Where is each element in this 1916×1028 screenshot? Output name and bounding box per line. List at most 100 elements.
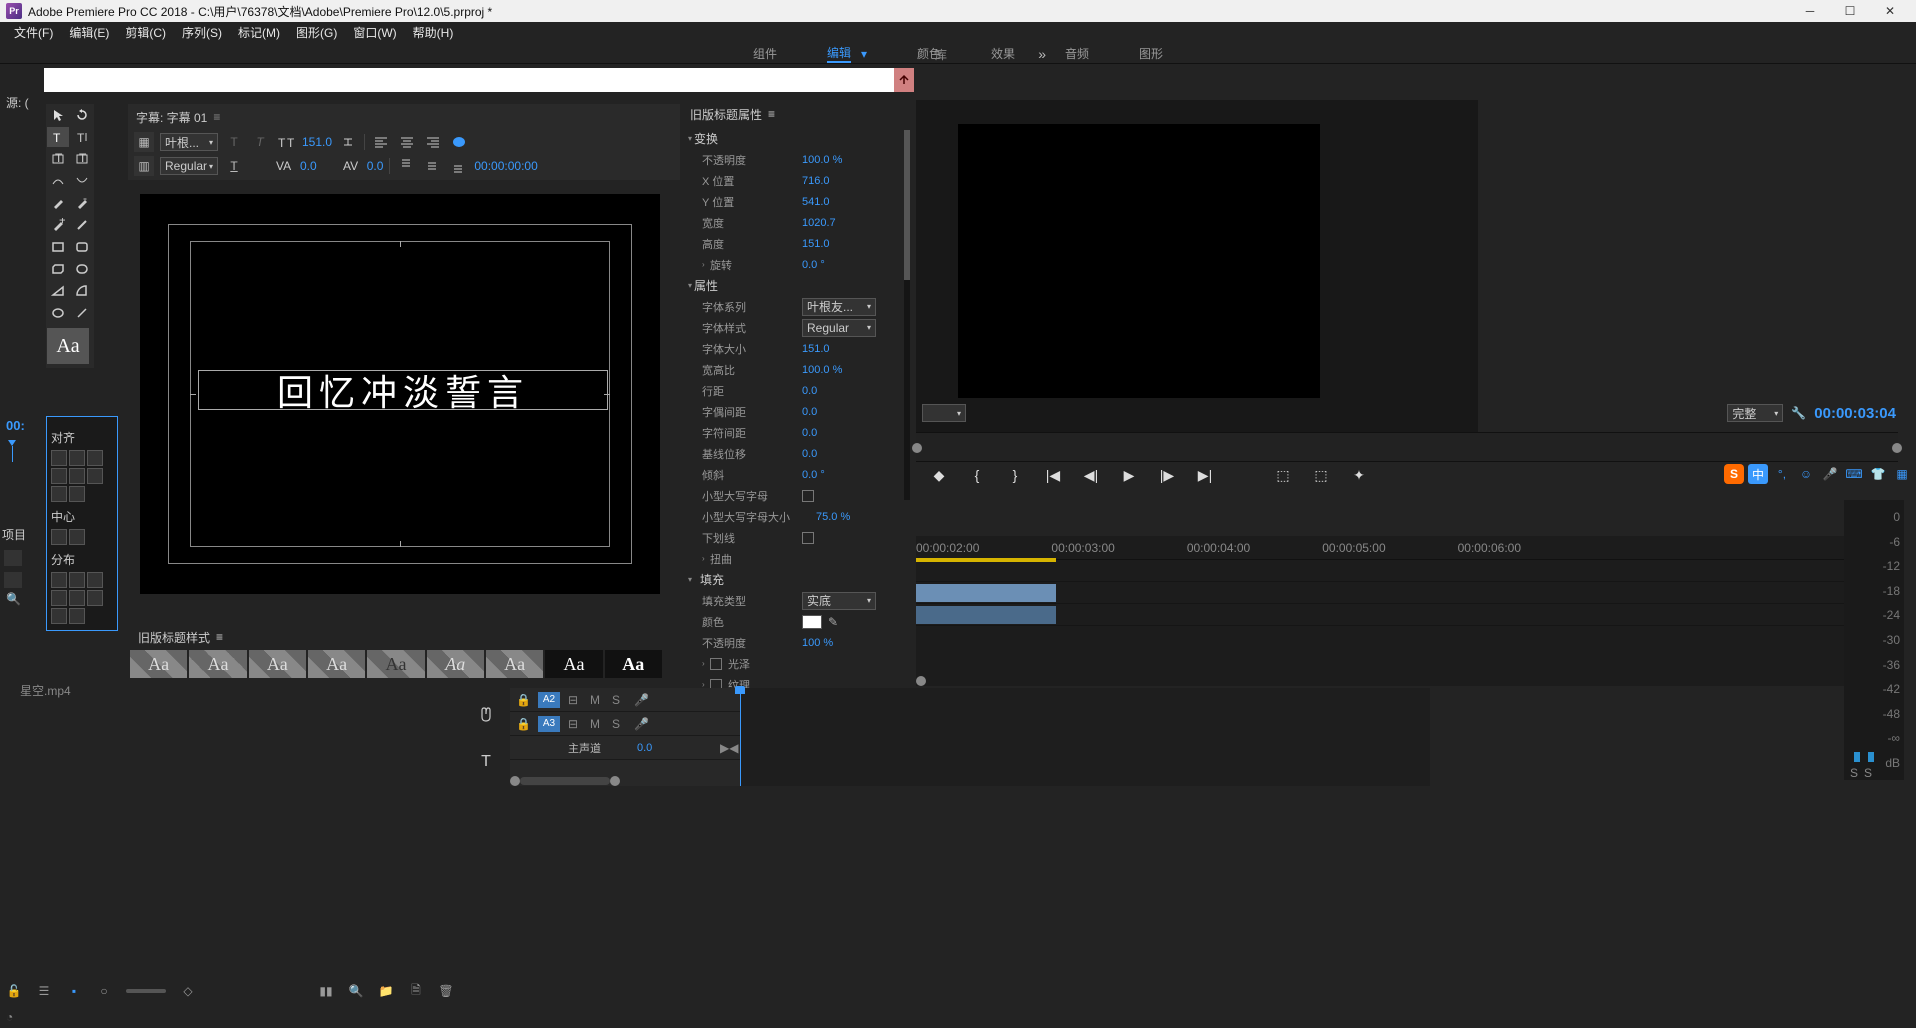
bold-button[interactable]: T (224, 132, 244, 152)
lock-icon[interactable]: 🔒 (516, 717, 530, 731)
menu-sequence[interactable]: 序列(S) (174, 22, 230, 44)
track-a3-label[interactable]: A3 (538, 716, 560, 732)
scrollbar-thumb[interactable] (904, 130, 910, 280)
file-label[interactable]: 星空.mp4 (20, 682, 71, 699)
title-text-box[interactable]: 回忆冲淡誓言 (198, 370, 608, 410)
audio-clip[interactable] (916, 606, 1056, 624)
align-a[interactable] (51, 486, 67, 502)
status-icon[interactable]: ◔ (6, 1010, 13, 1024)
align-right[interactable] (87, 450, 103, 466)
base-value[interactable]: 0.0 (802, 448, 817, 460)
step-forward-button[interactable]: |▶ (1158, 466, 1176, 484)
type-tool-timeline[interactable]: T (481, 753, 491, 771)
opacity-value[interactable]: 100.0 % (802, 154, 842, 166)
distribute-mid-text[interactable] (422, 156, 442, 176)
lock-icon[interactable]: 🔒 (516, 693, 530, 707)
master-value[interactable]: 0.0 (637, 742, 652, 754)
ellipse-tool[interactable] (47, 303, 69, 323)
lead-value[interactable]: 0.0 (802, 385, 817, 397)
width-value[interactable]: 1020.7 (802, 217, 836, 229)
time-ruler[interactable]: 00:00:02:00 00:00:03:00 00:00:04:00 00:0… (916, 536, 1898, 560)
titler-canvas[interactable]: 回忆冲淡誓言 (140, 194, 660, 594)
vertical-path-type-tool[interactable] (71, 171, 93, 191)
play-button[interactable]: ▶ (1120, 466, 1138, 484)
dist-2[interactable] (69, 572, 85, 588)
align-right-text[interactable] (423, 132, 443, 152)
type-tool[interactable]: T (47, 127, 69, 147)
expand-icon[interactable]: ▾ (688, 134, 692, 143)
zoom-track[interactable] (520, 777, 610, 785)
freeform-view-icon[interactable]: ○ (96, 983, 112, 999)
ws-audio[interactable]: 音频 (1065, 45, 1089, 62)
pen-tool[interactable] (47, 193, 69, 213)
ime-toolbox-icon[interactable]: ▦ (1892, 464, 1912, 484)
dist-3[interactable] (87, 572, 103, 588)
fill-type-select[interactable]: 实底▾ (802, 592, 876, 610)
ime-mic-icon[interactable]: 🎤 (1820, 464, 1840, 484)
distribute-top-text[interactable] (396, 156, 416, 176)
hand-tool[interactable] (477, 705, 495, 723)
titler-timecode[interactable]: 00:00:00:00 (474, 159, 537, 173)
style-preset-7[interactable]: Aa (486, 650, 543, 678)
height-value[interactable]: 151.0 (802, 238, 830, 250)
ime-keyboard-icon[interactable]: ⌨ (1844, 464, 1864, 484)
meter-solo[interactable]: SS (1850, 766, 1872, 780)
menu-clip[interactable]: 剪辑(C) (117, 22, 174, 44)
menu-help[interactable]: 帮助(H) (405, 22, 462, 44)
distribute-bot-text[interactable] (448, 156, 468, 176)
ws-library[interactable]: 库 (935, 46, 947, 63)
go-to-in-button[interactable]: |◀ (1044, 466, 1062, 484)
align-left-text[interactable] (371, 132, 391, 152)
mute-button[interactable]: M (590, 717, 604, 731)
ws-overflow-icon[interactable]: » (1038, 46, 1046, 62)
font-style-dropdown[interactable]: Regular▾ (160, 157, 218, 175)
expand-icon[interactable]: ▾ (688, 575, 692, 584)
props-menu-icon[interactable]: ≡ (768, 107, 775, 121)
seq-zoom-bar[interactable] (916, 676, 1898, 686)
fsize-value[interactable]: 151.0 (802, 343, 830, 355)
area-type-tool[interactable]: T (47, 149, 69, 169)
video-track-row[interactable] (916, 560, 1898, 582)
go-to-out-button[interactable]: ▶| (1196, 466, 1214, 484)
style-preset-9[interactable]: Aa (605, 650, 662, 678)
lock-icon[interactable]: 🔓 (6, 983, 22, 999)
solo-button[interactable]: S (612, 693, 626, 707)
rounded-rectangle-tool[interactable] (71, 237, 93, 257)
style-preset-4[interactable]: Aa (308, 650, 365, 678)
style-preset-3[interactable]: Aa (249, 650, 306, 678)
underline-button[interactable]: T (224, 156, 244, 176)
voice-icon[interactable]: 🎤 (634, 693, 648, 707)
italic-button[interactable]: T (250, 132, 270, 152)
wedge-tool[interactable] (47, 281, 69, 301)
target-icon[interactable]: ⊟ (568, 693, 582, 707)
menu-window[interactable]: 窗口(W) (345, 22, 404, 44)
align-top[interactable] (51, 468, 67, 484)
eyedropper-icon[interactable]: ✎ (828, 615, 838, 629)
timeline-zoom-bar[interactable] (510, 776, 1430, 786)
timeline-content[interactable] (740, 688, 1430, 786)
style-preset-6[interactable]: Aa (427, 650, 484, 678)
font-family-select[interactable]: 叶根友...▾ (802, 298, 876, 316)
lift-button[interactable]: ⬚ (1274, 466, 1292, 484)
align-center-text[interactable] (397, 132, 417, 152)
ws-editing[interactable]: 编辑 (827, 44, 851, 63)
styles-menu-icon[interactable]: ≡ (216, 630, 223, 644)
zoom-dropdown[interactable]: ▾ (922, 404, 966, 422)
titler-close-button[interactable] (894, 68, 914, 92)
convert-anchor-tool[interactable] (71, 215, 93, 235)
props-scrollbar[interactable] (904, 130, 910, 500)
ruler-knob-right[interactable] (1892, 443, 1902, 453)
arc-tool[interactable] (71, 281, 93, 301)
minimize-button[interactable]: ─ (1790, 0, 1830, 22)
menu-edit[interactable]: 编辑(E) (61, 22, 117, 44)
new-bin-icon[interactable]: 📁 (378, 983, 394, 999)
fill-color-swatch[interactable] (802, 615, 822, 629)
align-hcenter[interactable] (69, 450, 85, 466)
zoom-knob-right[interactable] (610, 776, 620, 786)
close-button[interactable]: ✕ (1870, 0, 1910, 22)
mute-button[interactable]: M (590, 693, 604, 707)
expand-icon[interactable]: ▾ (688, 281, 692, 290)
new-item-icon[interactable]: 🗎 (408, 983, 424, 999)
kerning-value[interactable]: 0.0 (300, 159, 317, 173)
target-icon[interactable]: ⊟ (568, 717, 582, 731)
